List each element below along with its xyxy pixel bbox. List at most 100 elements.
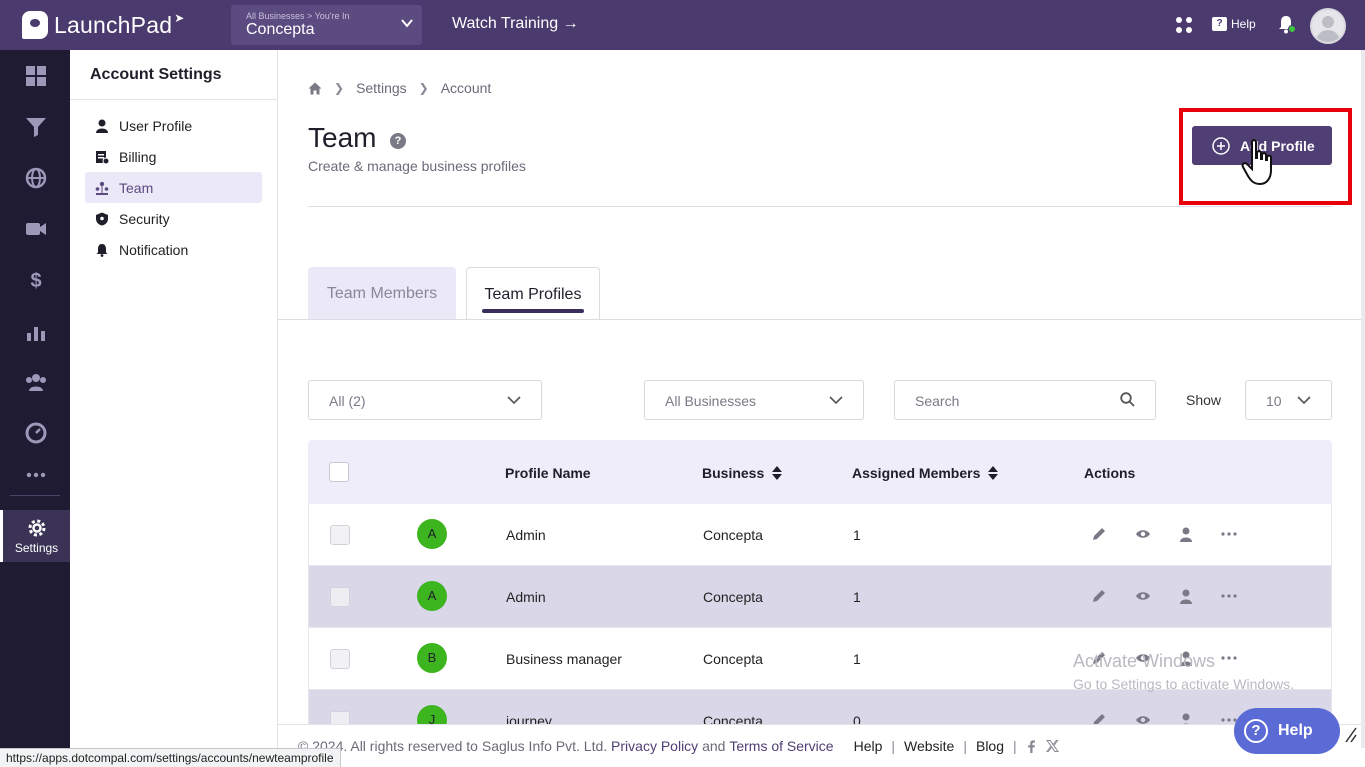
help-icon: ? bbox=[1212, 17, 1227, 31]
more-options-icon[interactable] bbox=[1221, 588, 1237, 604]
nav-divider bbox=[10, 495, 60, 496]
chevron-down-icon bbox=[401, 19, 413, 28]
breadcrumb-settings[interactable]: Settings bbox=[356, 80, 407, 96]
title-divider bbox=[308, 206, 1332, 207]
resize-handle-icon[interactable] bbox=[1344, 724, 1358, 744]
profile-name: Business manager bbox=[506, 651, 622, 667]
dashboard-icon[interactable] bbox=[25, 65, 47, 87]
column-assigned-members[interactable]: Assigned Members bbox=[852, 465, 999, 481]
tab-team-members[interactable]: Team Members bbox=[308, 267, 456, 320]
terms-link[interactable]: Terms of Service bbox=[729, 738, 833, 754]
launchpad-logo[interactable]: LaunchPad ➤ bbox=[0, 11, 220, 39]
footer-help-link[interactable]: Help bbox=[854, 738, 883, 754]
logo-mark-icon bbox=[22, 11, 48, 39]
browser-status-url: https://apps.dotcompal.com/settings/acco… bbox=[0, 748, 341, 767]
select-all-checkbox[interactable] bbox=[329, 462, 349, 482]
bell-icon bbox=[96, 243, 108, 257]
help-top-label: Help bbox=[1231, 17, 1256, 31]
breadcrumb: ❯ Settings ❯ Account bbox=[308, 80, 491, 96]
assigned-members: 1 bbox=[853, 651, 861, 667]
table-row: A Admin Concepta 1 bbox=[308, 566, 1332, 628]
hand-cursor-icon bbox=[1241, 139, 1272, 186]
top-bar: LaunchPad ➤ All Businesses > You're In C… bbox=[0, 0, 1365, 50]
apps-grid-icon[interactable] bbox=[1175, 16, 1193, 34]
more-options-icon[interactable] bbox=[1221, 650, 1237, 666]
analytics-icon[interactable] bbox=[25, 321, 47, 343]
user-avatar[interactable] bbox=[1310, 8, 1346, 44]
assigned-members: 1 bbox=[853, 527, 861, 543]
row-checkbox[interactable] bbox=[330, 525, 350, 545]
team-profiles-table: Profile Name Business Assigned Members A… bbox=[308, 440, 1332, 752]
sidebar-item-notification[interactable]: Notification bbox=[85, 234, 262, 265]
footer-blog-link[interactable]: Blog bbox=[976, 738, 1004, 754]
row-checkbox[interactable] bbox=[330, 587, 350, 607]
page-title: Team bbox=[308, 122, 377, 153]
dial-icon[interactable] bbox=[25, 422, 47, 444]
search-icon[interactable] bbox=[1120, 392, 1135, 407]
sidebar-item-security[interactable]: Security bbox=[85, 203, 262, 234]
facebook-icon[interactable] bbox=[1026, 739, 1036, 753]
view-eye-icon[interactable] bbox=[1135, 526, 1151, 542]
profile-business: Concepta bbox=[703, 527, 763, 543]
footer-website-link[interactable]: Website bbox=[904, 738, 954, 754]
page-size-select[interactable]: 10 bbox=[1245, 380, 1332, 420]
profile-avatar: A bbox=[417, 581, 447, 611]
sidebar-item-billing[interactable]: Billing bbox=[85, 141, 262, 172]
profile-name: Admin bbox=[506, 589, 546, 605]
column-business[interactable]: Business bbox=[702, 465, 783, 481]
assign-user-icon[interactable] bbox=[1178, 588, 1194, 604]
edit-pencil-icon[interactable] bbox=[1091, 526, 1107, 542]
help-floating-button[interactable]: ? Help bbox=[1234, 708, 1340, 754]
business-switcher[interactable]: All Businesses > You're In Concepta bbox=[231, 5, 422, 45]
help-floating-label: Help bbox=[1278, 722, 1313, 739]
x-twitter-icon[interactable] bbox=[1045, 740, 1059, 752]
edit-pencil-icon[interactable] bbox=[1091, 588, 1107, 604]
windows-activation-subtitle: Go to Settings to activate Windows. bbox=[1073, 676, 1294, 692]
footer-and: and bbox=[702, 738, 726, 754]
profile-avatar: B bbox=[417, 643, 447, 673]
assign-user-icon[interactable] bbox=[1178, 526, 1194, 542]
account-settings-sidebar: Account Settings User Profile Billing Te… bbox=[70, 50, 278, 767]
sort-icon bbox=[772, 466, 783, 480]
sidebar-item-user-profile[interactable]: User Profile bbox=[85, 110, 262, 141]
shield-icon bbox=[96, 212, 108, 225]
more-icon[interactable] bbox=[25, 464, 47, 486]
question-help-icon[interactable]: ? bbox=[390, 133, 406, 149]
view-eye-icon[interactable] bbox=[1135, 588, 1151, 604]
dollar-icon[interactable]: $ bbox=[25, 269, 47, 291]
breadcrumb-account[interactable]: Account bbox=[441, 80, 492, 96]
help-top-button[interactable]: ? Help bbox=[1212, 17, 1256, 31]
video-icon[interactable] bbox=[25, 218, 47, 240]
business-filter-value: All Businesses bbox=[665, 393, 757, 409]
globe-icon[interactable] bbox=[25, 167, 47, 189]
breadcrumb-chevron-icon: ❯ bbox=[418, 81, 429, 95]
search-placeholder: Search bbox=[915, 393, 960, 409]
more-options-icon[interactable] bbox=[1221, 526, 1237, 542]
sort-icon bbox=[988, 466, 999, 480]
home-icon[interactable] bbox=[308, 82, 322, 95]
sidebar-item-team[interactable]: Team bbox=[85, 172, 262, 203]
row-checkbox[interactable] bbox=[330, 649, 350, 669]
logo-text: LaunchPad bbox=[54, 11, 173, 38]
column-actions: Actions bbox=[1084, 465, 1136, 481]
funnel-icon[interactable] bbox=[25, 116, 47, 138]
nav-settings[interactable]: Settings bbox=[0, 510, 70, 562]
profile-count-value: All (2) bbox=[329, 393, 366, 409]
footer-links: Help | Website | Blog | bbox=[854, 738, 1059, 754]
profile-count-select[interactable]: All (2) bbox=[308, 380, 542, 420]
business-filter-select[interactable]: All Businesses bbox=[644, 380, 864, 420]
watch-training-link[interactable]: Watch Training → bbox=[452, 15, 579, 33]
search-input[interactable]: Search bbox=[894, 380, 1156, 420]
footer-separator: | bbox=[1013, 738, 1017, 754]
people-icon[interactable] bbox=[25, 371, 47, 393]
sidebar-item-label: Team bbox=[119, 179, 154, 196]
footer-copyright: © 2024. All rights reserved to Saglus In… bbox=[298, 738, 608, 754]
business-caption: All Businesses > You're In bbox=[246, 11, 350, 21]
profile-name: Admin bbox=[506, 527, 546, 543]
chevron-down-icon bbox=[1297, 396, 1311, 405]
page-scrollbar[interactable] bbox=[1361, 50, 1365, 748]
gear-icon bbox=[28, 519, 45, 537]
privacy-policy-link[interactable]: Privacy Policy bbox=[611, 738, 698, 754]
tabs-divider bbox=[278, 319, 1365, 320]
profile-business: Concepta bbox=[703, 589, 763, 605]
